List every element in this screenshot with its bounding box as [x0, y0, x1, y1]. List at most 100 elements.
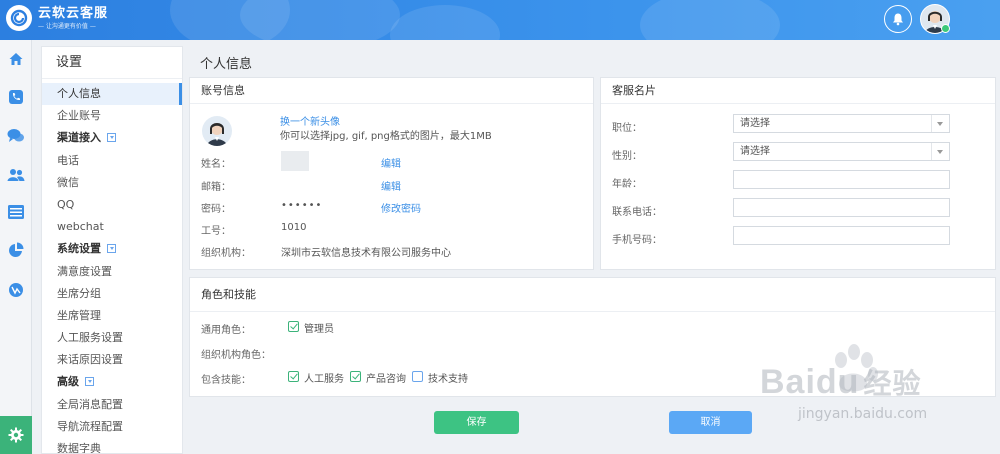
watermark-brand: Baidu 经验 — [760, 362, 921, 402]
watermark-brand-cn: 经验 — [863, 368, 922, 399]
roles-skills-title: 角色和技能 — [190, 278, 995, 312]
phone-icon — [9, 90, 23, 104]
agent-avatar-icon — [207, 123, 227, 146]
settings-menu-item-label: webchat — [57, 220, 104, 234]
mobile-label: 手机号码： — [612, 235, 662, 246]
mobile-input[interactable] — [733, 226, 950, 245]
settings-menu-item-label: 全局消息配置 — [57, 397, 123, 411]
rail-analytics-button[interactable] — [0, 275, 32, 305]
gender-label: 性别： — [612, 151, 642, 162]
online-status-dot — [941, 24, 950, 33]
chevron-down-icon — [931, 143, 949, 160]
admin-role-checkbox[interactable] — [288, 321, 299, 332]
settings-menu-item-label: 坐席管理 — [57, 308, 101, 322]
settings-menu-item[interactable]: 企业账号 — [42, 105, 182, 127]
skill-checkbox-manual-service[interactable] — [288, 371, 299, 382]
bell-icon — [893, 13, 903, 26]
settings-menu-item-label: 电话 — [57, 153, 79, 167]
service-card-title: 客服名片 — [601, 78, 995, 104]
header-cloud-decoration — [240, 0, 400, 40]
edit-email-link[interactable]: 编辑 — [381, 178, 401, 193]
expand-toggle-icon[interactable] — [107, 132, 116, 142]
settings-menu-item-label: 人工服务设置 — [57, 331, 123, 345]
chevron-down-icon — [931, 115, 949, 132]
rail-report-button[interactable] — [0, 235, 32, 265]
rail-users-button[interactable] — [0, 160, 32, 190]
home-icon — [9, 53, 23, 65]
settings-menu-item[interactable]: 数据字典 — [42, 438, 182, 454]
icon-rail — [0, 40, 32, 454]
baidu-watermark: Baidu 经验 jingyan.baidu.com — [740, 340, 1000, 430]
rail-settings-button[interactable] — [0, 416, 32, 454]
settings-menu-group[interactable]: 系统设置 — [42, 238, 182, 260]
settings-menu-item[interactable]: 人工服务设置 — [42, 327, 182, 349]
contact-phone-input[interactable] — [733, 198, 950, 217]
age-input[interactable] — [733, 170, 950, 189]
rail-home-button[interactable] — [0, 44, 32, 74]
change-avatar-link[interactable]: 换一个新头像 — [280, 113, 340, 128]
org-role-label: 组织机构角色： — [201, 350, 271, 361]
name-label: 姓名： — [201, 159, 231, 170]
position-select[interactable]: 请选择 — [733, 114, 950, 133]
account-info-title: 账号信息 — [190, 78, 593, 104]
settings-menu-item[interactable]: QQ — [42, 194, 182, 216]
edit-name-link[interactable]: 编辑 — [381, 155, 401, 170]
logo-icon — [6, 5, 32, 31]
settings-menu-item-label: 来话原因设置 — [57, 353, 123, 367]
skill-checkbox-product-inquiry[interactable] — [350, 371, 361, 382]
app-logo[interactable]: 云软云客服 — 让沟通更有价值 — — [6, 5, 108, 31]
users-icon — [7, 169, 25, 181]
settings-menu-item-label: 坐席分组 — [57, 286, 101, 300]
save-button[interactable]: 保存 — [434, 411, 519, 434]
settings-menu-item-label: 满意度设置 — [57, 264, 112, 278]
settings-menu-item[interactable]: 来话原因设置 — [42, 349, 182, 371]
settings-menu-item[interactable]: 坐席管理 — [42, 305, 182, 327]
pie-chart-icon — [9, 242, 24, 257]
settings-menu-item[interactable]: 坐席分组 — [42, 283, 182, 305]
rail-phone-button[interactable] — [0, 82, 32, 112]
top-header: 云软云客服 — 让沟通更有价值 — — [0, 0, 1000, 40]
password-value: •••••• — [281, 200, 323, 211]
settings-menu-item[interactable]: 满意度设置 — [42, 261, 182, 283]
chat-icon — [7, 129, 24, 142]
settings-menu-item[interactable]: 微信 — [42, 172, 182, 194]
position-label: 职位： — [612, 123, 642, 134]
settings-menu-item-label: 微信 — [57, 175, 79, 189]
settings-menu-item[interactable]: 导航流程配置 — [42, 416, 182, 438]
settings-menu-group[interactable]: 渠道接入 — [42, 127, 182, 149]
list-icon — [8, 205, 24, 219]
skills-label: 包含技能： — [201, 375, 251, 386]
email-label: 邮箱： — [201, 182, 231, 193]
notification-button[interactable] — [884, 5, 912, 33]
gender-select-value: 请选择 — [740, 146, 770, 157]
password-label: 密码： — [201, 204, 231, 215]
settings-menu-item-label: 导航流程配置 — [57, 419, 123, 433]
contact-phone-label: 联系电话： — [612, 207, 662, 218]
skill-checkbox-tech-support[interactable] — [412, 371, 423, 382]
organization-value: 深圳市云软信息技术有限公司服务中心 — [281, 248, 451, 259]
settings-menu-item[interactable]: 全局消息配置 — [42, 394, 182, 416]
settings-menu-item[interactable]: 个人信息 — [42, 83, 182, 106]
change-password-link[interactable]: 修改密码 — [381, 200, 421, 215]
settings-menu-item-label: 数据字典 — [57, 442, 101, 454]
expand-toggle-icon[interactable] — [107, 243, 116, 253]
rail-chat-button[interactable] — [0, 121, 32, 151]
settings-menu-group[interactable]: 高级 — [42, 371, 182, 393]
settings-menu-list: 个人信息 企业账号 渠道接入电话微信 QQ webchat 系统设置满意度设置坐席分组坐席… — [42, 79, 182, 454]
general-role-label: 通用角色： — [201, 325, 251, 336]
page-title: 个人信息 — [200, 57, 253, 72]
avatar-format-hint: 你可以选择jpg, gif, png格式的图片，最大1MB — [280, 131, 492, 142]
profile-photo[interactable] — [202, 116, 232, 146]
skill-label-product-inquiry: 产品咨询 — [366, 374, 406, 385]
name-value-redacted — [281, 151, 309, 171]
gender-select[interactable]: 请选择 — [733, 142, 950, 161]
settings-menu-item-label: 高级 — [57, 375, 79, 389]
skill-label-manual-service: 人工服务 — [304, 374, 344, 385]
settings-menu-item[interactable]: 电话 — [42, 150, 182, 172]
settings-menu: 设置 个人信息 企业账号 渠道接入 电话 微信 QQ webchat 系统设置 满意度设置 坐席分… — [41, 46, 183, 454]
expand-toggle-icon[interactable] — [85, 376, 94, 386]
app-title: 云软云客服 — [38, 5, 109, 21]
settings-menu-item[interactable]: webchat — [42, 216, 182, 238]
rail-list-button[interactable] — [0, 197, 32, 227]
watermark-brand-text: Baidu — [760, 363, 860, 401]
